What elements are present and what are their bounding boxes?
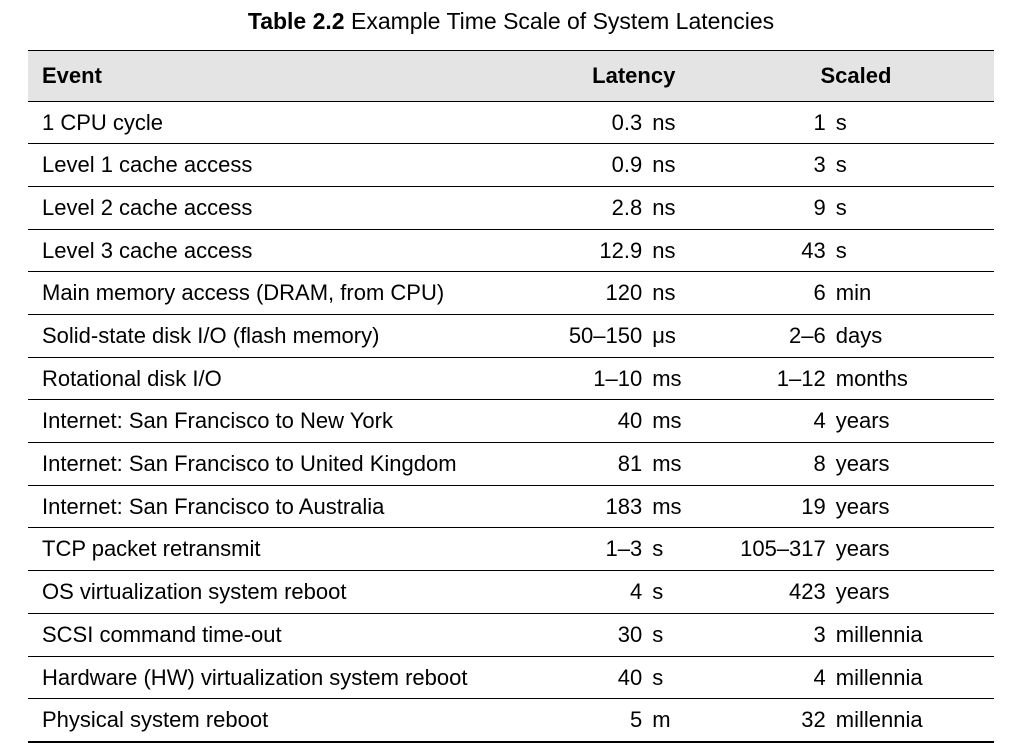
table-body: 1 CPU cycle0.3ns1sLevel 1 cache access0.… bbox=[28, 101, 994, 742]
cell-latency-unit: s bbox=[646, 656, 714, 699]
cell-latency-unit: ns bbox=[646, 186, 714, 229]
cell-latency-value: 50–150 bbox=[550, 315, 647, 358]
table-row: Internet: San Francisco to Australia183m… bbox=[28, 485, 994, 528]
cell-scaled-unit: years bbox=[830, 571, 994, 614]
cell-event: Internet: San Francisco to New York bbox=[28, 400, 550, 443]
cell-latency-value: 0.9 bbox=[550, 144, 647, 187]
table-title: Example Time Scale of System Latencies bbox=[351, 8, 774, 34]
cell-scaled-value: 105–317 bbox=[714, 528, 830, 571]
cell-latency-unit: m bbox=[646, 699, 714, 742]
table-row: Main memory access (DRAM, from CPU)120ns… bbox=[28, 272, 994, 315]
cell-latency-value: 5 bbox=[550, 699, 647, 742]
cell-scaled-value: 8 bbox=[714, 443, 830, 486]
cell-latency-value: 4 bbox=[550, 571, 647, 614]
cell-scaled-unit: s bbox=[830, 101, 994, 144]
cell-latency-unit: ms bbox=[646, 443, 714, 486]
cell-event: Main memory access (DRAM, from CPU) bbox=[28, 272, 550, 315]
cell-latency-unit: ms bbox=[646, 400, 714, 443]
cell-scaled-unit: s bbox=[830, 144, 994, 187]
cell-latency-value: 0.3 bbox=[550, 101, 647, 144]
table-row: 1 CPU cycle0.3ns1s bbox=[28, 101, 994, 144]
cell-scaled-unit: days bbox=[830, 315, 994, 358]
table-row: OS virtualization system reboot4s423year… bbox=[28, 571, 994, 614]
cell-event: Rotational disk I/O bbox=[28, 357, 550, 400]
cell-latency-value: 1–10 bbox=[550, 357, 647, 400]
header-latency: Latency bbox=[550, 50, 714, 101]
cell-scaled-unit: min bbox=[830, 272, 994, 315]
cell-latency-unit: ns bbox=[646, 272, 714, 315]
table-row: Internet: San Francisco to United Kingdo… bbox=[28, 443, 994, 486]
cell-latency-value: 2.8 bbox=[550, 186, 647, 229]
cell-scaled-value: 6 bbox=[714, 272, 830, 315]
cell-latency-unit: ms bbox=[646, 485, 714, 528]
cell-latency-unit: ns bbox=[646, 229, 714, 272]
cell-scaled-unit: years bbox=[830, 528, 994, 571]
cell-latency-value: 40 bbox=[550, 656, 647, 699]
cell-scaled-value: 19 bbox=[714, 485, 830, 528]
cell-event: TCP packet retransmit bbox=[28, 528, 550, 571]
cell-scaled-value: 4 bbox=[714, 400, 830, 443]
cell-latency-unit: ms bbox=[646, 357, 714, 400]
table-number: Table 2.2 bbox=[248, 8, 345, 34]
cell-event: Physical system reboot bbox=[28, 699, 550, 742]
cell-event: Solid-state disk I/O (flash memory) bbox=[28, 315, 550, 358]
cell-scaled-unit: millennia bbox=[830, 613, 994, 656]
cell-latency-unit: s bbox=[646, 528, 714, 571]
cell-latency-value: 183 bbox=[550, 485, 647, 528]
cell-latency-value: 30 bbox=[550, 613, 647, 656]
cell-scaled-unit: s bbox=[830, 186, 994, 229]
table-row: Solid-state disk I/O (flash memory)50–15… bbox=[28, 315, 994, 358]
table-row: Hardware (HW) virtualization system rebo… bbox=[28, 656, 994, 699]
cell-scaled-value: 4 bbox=[714, 656, 830, 699]
cell-event: Level 1 cache access bbox=[28, 144, 550, 187]
cell-event: Internet: San Francisco to Australia bbox=[28, 485, 550, 528]
cell-latency-value: 1–3 bbox=[550, 528, 647, 571]
cell-scaled-unit: months bbox=[830, 357, 994, 400]
header-scaled: Scaled bbox=[714, 50, 994, 101]
cell-event: OS virtualization system reboot bbox=[28, 571, 550, 614]
cell-scaled-unit: years bbox=[830, 443, 994, 486]
table-row: Level 3 cache access12.9ns43s bbox=[28, 229, 994, 272]
cell-event: 1 CPU cycle bbox=[28, 101, 550, 144]
cell-latency-unit: μs bbox=[646, 315, 714, 358]
table-row: TCP packet retransmit1–3s105–317years bbox=[28, 528, 994, 571]
cell-scaled-unit: s bbox=[830, 229, 994, 272]
cell-latency-unit: ns bbox=[646, 144, 714, 187]
cell-latency-value: 120 bbox=[550, 272, 647, 315]
table-row: Level 1 cache access0.9ns3s bbox=[28, 144, 994, 187]
cell-latency-unit: s bbox=[646, 571, 714, 614]
cell-event: SCSI command time-out bbox=[28, 613, 550, 656]
cell-latency-value: 12.9 bbox=[550, 229, 647, 272]
table-row: SCSI command time-out30s3millennia bbox=[28, 613, 994, 656]
table-caption: Table 2.2 Example Time Scale of System L… bbox=[28, 8, 994, 36]
cell-event: Hardware (HW) virtualization system rebo… bbox=[28, 656, 550, 699]
cell-event: Internet: San Francisco to United Kingdo… bbox=[28, 443, 550, 486]
cell-scaled-value: 2–6 bbox=[714, 315, 830, 358]
cell-scaled-unit: millennia bbox=[830, 656, 994, 699]
cell-latency-value: 81 bbox=[550, 443, 647, 486]
cell-scaled-value: 32 bbox=[714, 699, 830, 742]
cell-latency-unit: ns bbox=[646, 101, 714, 144]
cell-scaled-value: 3 bbox=[714, 144, 830, 187]
cell-scaled-value: 43 bbox=[714, 229, 830, 272]
cell-scaled-value: 9 bbox=[714, 186, 830, 229]
table-row: Rotational disk I/O1–10ms1–12months bbox=[28, 357, 994, 400]
table-row: Physical system reboot5m32millennia bbox=[28, 699, 994, 742]
cell-latency-value: 40 bbox=[550, 400, 647, 443]
table-row: Internet: San Francisco to New York40ms4… bbox=[28, 400, 994, 443]
cell-scaled-value: 3 bbox=[714, 613, 830, 656]
cell-scaled-unit: years bbox=[830, 400, 994, 443]
table-header-row: Event Latency Scaled bbox=[28, 50, 994, 101]
cell-scaled-unit: millennia bbox=[830, 699, 994, 742]
cell-scaled-unit: years bbox=[830, 485, 994, 528]
table-row: Level 2 cache access2.8ns9s bbox=[28, 186, 994, 229]
cell-latency-unit: s bbox=[646, 613, 714, 656]
cell-event: Level 2 cache access bbox=[28, 186, 550, 229]
cell-scaled-value: 1 bbox=[714, 101, 830, 144]
cell-scaled-value: 1–12 bbox=[714, 357, 830, 400]
latency-table: Event Latency Scaled 1 CPU cycle0.3ns1sL… bbox=[28, 50, 994, 743]
cell-event: Level 3 cache access bbox=[28, 229, 550, 272]
cell-scaled-value: 423 bbox=[714, 571, 830, 614]
header-event: Event bbox=[28, 50, 550, 101]
